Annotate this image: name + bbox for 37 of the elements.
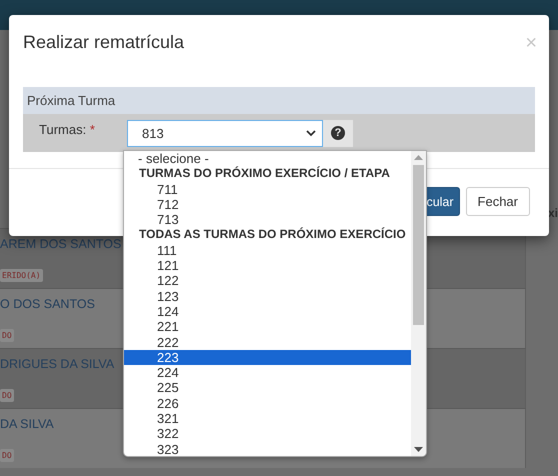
scrollbar-thumb[interactable] (413, 165, 424, 325)
dropdown-option[interactable]: 223 (124, 350, 411, 366)
option-group-label: TURMAS DO PRÓXIMO EXERCÍCIO / ETAPA (138, 166, 391, 182)
dropdown-option[interactable]: 224 (124, 365, 411, 380)
dropdown-option[interactable]: - selecione - (124, 151, 411, 166)
scroll-down-icon[interactable] (414, 447, 423, 453)
dropdown-option[interactable]: 123 (124, 288, 411, 304)
scrollbar[interactable] (411, 151, 426, 456)
dropdown-option[interactable]: 121 (124, 258, 411, 274)
status-badge: DO (0, 449, 14, 462)
status-badge: DO (0, 329, 14, 342)
dropdown-option[interactable]: 712 (124, 196, 411, 212)
chevron-down-icon (306, 130, 316, 136)
status-badge: ERIDO(A) (0, 269, 43, 282)
help-icon: ? (331, 126, 345, 140)
dropdown-option[interactable]: 221 (124, 319, 411, 335)
status-badge: DO (0, 389, 14, 402)
dropdown-option[interactable]: 711 (124, 182, 411, 197)
dropdown-option[interactable]: 122 (124, 273, 411, 289)
dropdown-option[interactable]: 713 (124, 212, 411, 228)
dropdown-option[interactable]: 226 (124, 396, 411, 412)
dropdown-option[interactable]: 322 (124, 426, 411, 442)
dropdown-option[interactable]: 111 (124, 242, 411, 258)
column-header-fragment: xi (548, 206, 558, 220)
dropdown-option[interactable]: 222 (124, 334, 411, 350)
dropdown-option[interactable]: 225 (124, 380, 411, 396)
class-select-field[interactable]: 813 (127, 120, 323, 146)
dropdown-option[interactable]: 124 (124, 304, 411, 320)
help-button[interactable]: ? (323, 120, 353, 146)
dropdown-option[interactable]: 321 (124, 411, 411, 426)
section-header: Próxima Turma (23, 87, 535, 114)
modal-title: Realizar rematrícula (23, 32, 184, 53)
option-group-label: TODAS AS TURMAS DO PRÓXIMO EXERCÍCIO (138, 227, 407, 243)
dropdown-option[interactable]: 323 (124, 442, 411, 456)
field-label: Turmas: * (38, 122, 96, 137)
close-dialog-button[interactable]: Fechar (466, 187, 530, 216)
scroll-up-icon[interactable] (414, 154, 423, 160)
